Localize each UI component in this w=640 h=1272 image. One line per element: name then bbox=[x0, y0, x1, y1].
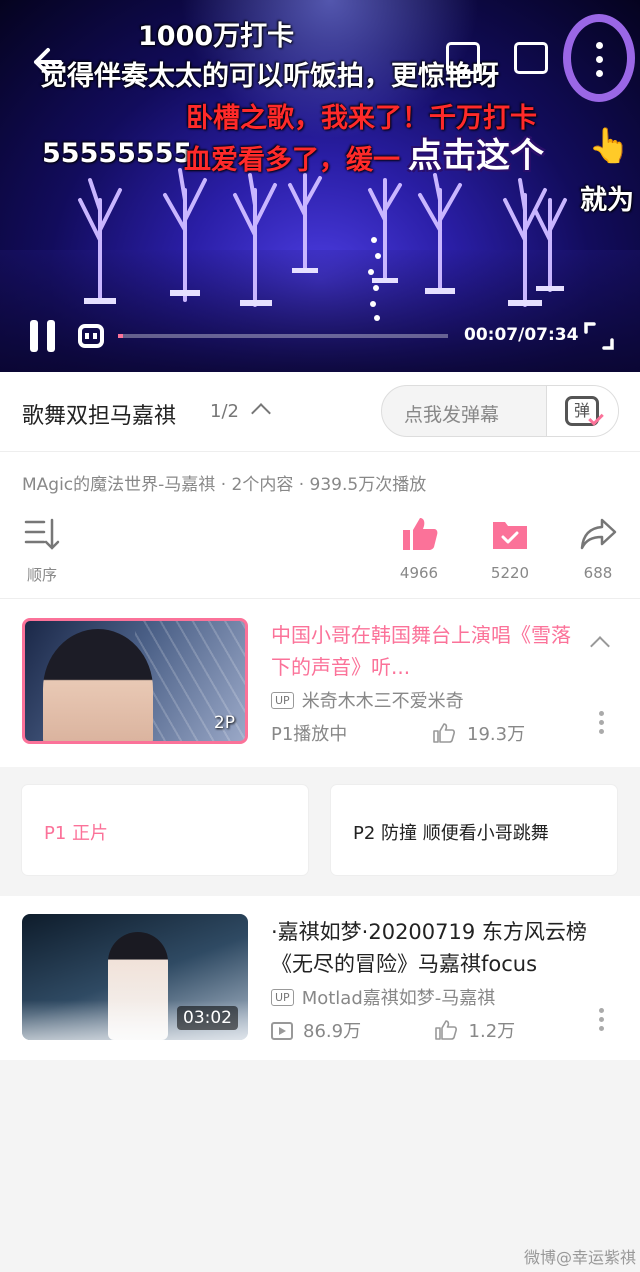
episode-like-count: 19.3万 bbox=[467, 724, 526, 745]
related-stats: 86.9万 1.2万 bbox=[271, 1017, 515, 1043]
danmaku-comment: 血爱看多了，缓一 bbox=[184, 145, 400, 176]
weibo-watermark: 微博@幸运紫祺_ bbox=[524, 1248, 637, 1272]
episode-thumbnail[interactable]: 2P bbox=[22, 618, 248, 744]
playing-status: P1播放中 bbox=[271, 724, 348, 745]
collection-page: 1/2 bbox=[210, 401, 239, 422]
uploader-name: 米奇木木三不爱米奇 bbox=[301, 691, 464, 712]
related-title[interactable]: ·嘉祺如梦·20200719 东方风云榜《无尽的冒险》马嘉祺focus bbox=[271, 916, 621, 980]
play-count-icon bbox=[271, 1022, 293, 1040]
like-count: 4966 bbox=[399, 564, 439, 582]
part-tab-p1[interactable]: P1 正片 bbox=[22, 785, 308, 875]
chevron-up-icon[interactable] bbox=[590, 636, 610, 656]
sort-button[interactable]: 顺序 bbox=[2, 514, 82, 585]
collection-title[interactable]: 歌舞双担马嘉祺 bbox=[22, 398, 176, 430]
up-badge: UP bbox=[271, 989, 294, 1006]
like-button[interactable]: 4966 bbox=[379, 514, 459, 582]
episode-likes: 19.3万 bbox=[433, 720, 525, 746]
fullscreen-icon[interactable] bbox=[584, 322, 614, 350]
danmaku-send-button[interactable]: 弹 bbox=[546, 386, 618, 436]
episode-title[interactable]: 中国小哥在韩国舞台上演唱《雪落下的声音》听... bbox=[271, 619, 571, 683]
uploader-row[interactable]: UP 米奇木木三不爱米奇 bbox=[271, 687, 464, 713]
danmaku-comment: 觉得伴奏太太的可以听饭拍，更惊艳呀 bbox=[40, 61, 499, 92]
chevron-up-icon[interactable] bbox=[251, 403, 271, 423]
progress-fill bbox=[118, 334, 123, 338]
part-tab-label: P1 正片 bbox=[44, 823, 109, 844]
video-duration: 03:02 bbox=[177, 1006, 238, 1030]
favorite-button[interactable]: 5220 bbox=[470, 514, 550, 582]
share-count: 688 bbox=[583, 564, 613, 582]
more-options-icon[interactable] bbox=[587, 38, 611, 84]
sort-icon bbox=[24, 518, 60, 550]
related-thumbnail[interactable]: 03:02 bbox=[22, 914, 248, 1040]
current-episode: 2P 中国小哥在韩国舞台上演唱《雪落下的声音》听... UP 米奇木木三不爱米奇 … bbox=[0, 599, 640, 895]
favorite-count: 5220 bbox=[490, 564, 530, 582]
up-badge: UP bbox=[271, 692, 294, 709]
danmaku-input[interactable]: 点我发弹幕 弹 bbox=[381, 385, 619, 437]
more-vert-icon[interactable] bbox=[597, 711, 605, 739]
pip-icon[interactable] bbox=[514, 42, 548, 74]
pause-icon[interactable] bbox=[30, 320, 56, 352]
part-tab-label: P2 防撞 顺便看小哥跳舞 bbox=[353, 823, 549, 844]
thumbs-up-outline-icon bbox=[434, 1020, 457, 1040]
singer-image bbox=[43, 629, 153, 741]
more-vert-icon[interactable] bbox=[597, 1008, 605, 1036]
collection-header: 歌舞双担马嘉祺 1/2 点我发弹幕 弹 bbox=[0, 372, 640, 452]
danmaku-highlight: 点击这个 bbox=[408, 136, 544, 176]
uploader-name: Motlad嘉祺如梦-马嘉祺 bbox=[301, 988, 496, 1009]
danmaku-comment: 55555555 bbox=[42, 138, 193, 169]
favorite-folder-icon bbox=[493, 522, 527, 549]
uploader-row[interactable]: UP Motlad嘉祺如梦-马嘉祺 bbox=[271, 984, 495, 1010]
part-tab-p2[interactable]: P2 防撞 顺便看小哥跳舞 bbox=[331, 785, 617, 875]
collection-info: MAgic的魔法世界-马嘉祺 · 2个内容 · 939.5万次播放 bbox=[22, 475, 427, 495]
danmaku-toggle-icon[interactable] bbox=[78, 324, 104, 348]
view-count: 86.9万 bbox=[303, 1021, 362, 1042]
share-icon bbox=[580, 518, 617, 550]
related-like-count: 1.2万 bbox=[468, 1021, 516, 1042]
video-player[interactable]: 1000万打卡 觉得伴奏太太的可以听饭拍，更惊艳呀 卧槽之歌，我来了！千万打卡 … bbox=[0, 0, 640, 372]
tv-cast-icon[interactable] bbox=[446, 42, 480, 74]
danmaku-comment: 就为 bbox=[580, 185, 634, 216]
video-meta: MAgic的魔法世界-马嘉祺 · 2个内容 · 939.5万次播放 顺序 496… bbox=[0, 452, 640, 599]
part-count-badge: 2P bbox=[213, 713, 235, 733]
thumbs-up-outline-icon bbox=[433, 723, 455, 743]
danmaku-input-placeholder: 点我发弹幕 bbox=[404, 404, 500, 426]
sort-label: 顺序 bbox=[26, 566, 57, 584]
progress-bar[interactable] bbox=[118, 334, 448, 338]
share-button[interactable]: 688 bbox=[558, 514, 638, 582]
back-arrow-icon[interactable] bbox=[26, 42, 66, 82]
thumbs-up-icon bbox=[403, 518, 438, 550]
playback-time: 00:07/07:34 bbox=[464, 325, 579, 345]
pointing-hand-icon: 👆 bbox=[588, 126, 631, 166]
danmaku-comment: 1000万打卡 bbox=[138, 21, 295, 52]
related-video-item[interactable]: 03:02 ·嘉祺如梦·20200719 东方风云榜《无尽的冒险》马嘉祺focu… bbox=[0, 896, 640, 1060]
